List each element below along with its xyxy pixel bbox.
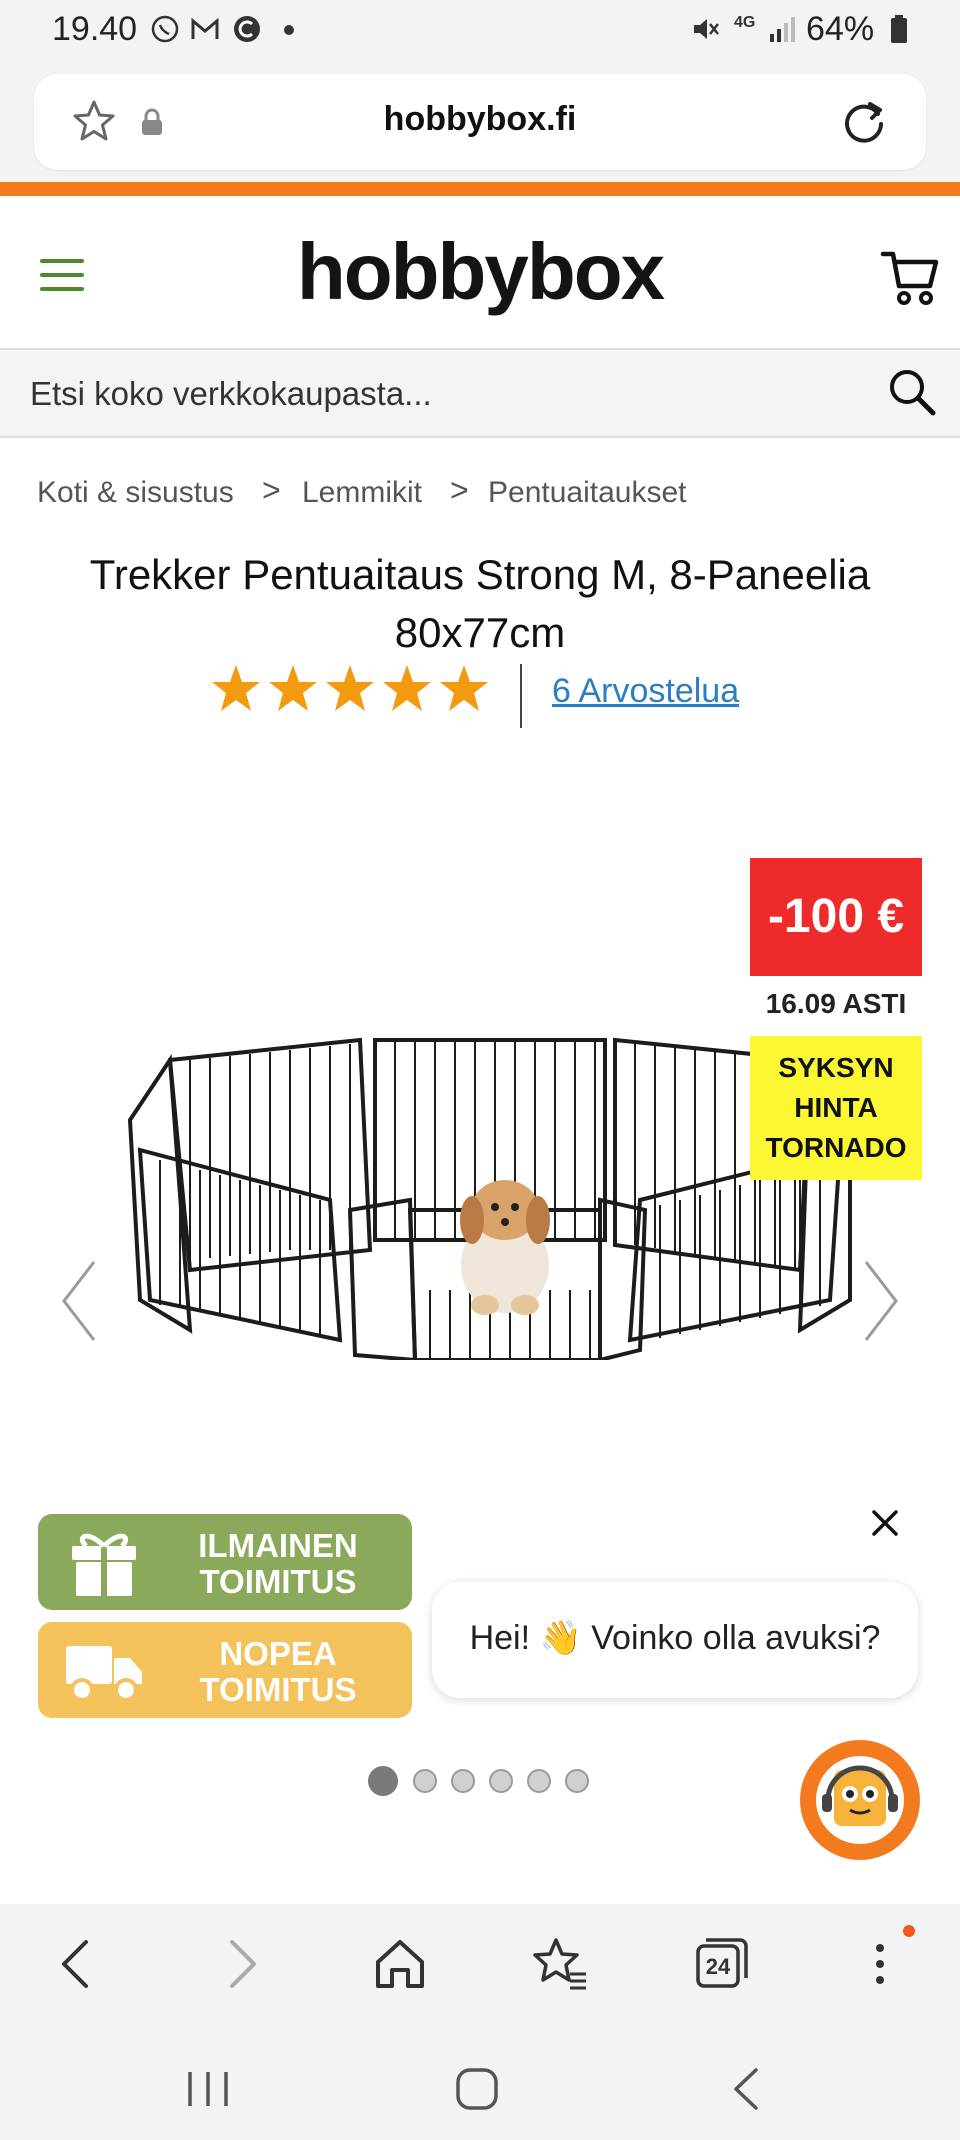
gift-icon bbox=[72, 1533, 136, 1596]
system-navigation-bar bbox=[0, 2038, 960, 2140]
star-icon bbox=[440, 665, 488, 711]
home-icon[interactable] bbox=[370, 1934, 430, 1994]
campaign-badge: SYKSYN HINTA TORNADO bbox=[750, 1036, 922, 1180]
breadcrumb-separator: > bbox=[450, 472, 469, 508]
home-button-icon[interactable] bbox=[452, 2064, 502, 2114]
gallery-dot-active[interactable] bbox=[368, 1766, 398, 1796]
search-input[interactable] bbox=[28, 368, 852, 420]
tab-count: 24 bbox=[705, 1954, 731, 1979]
back-arrow-icon[interactable] bbox=[48, 1934, 108, 1994]
puppy-figure bbox=[460, 1180, 550, 1315]
more-notifications-icon bbox=[284, 25, 294, 35]
gallery-dot[interactable] bbox=[413, 1769, 437, 1793]
reviews-link[interactable]: 6 Arvostelua bbox=[552, 672, 739, 711]
gallery-dot[interactable] bbox=[489, 1769, 513, 1793]
app-notification-icon bbox=[234, 16, 260, 42]
star-icon bbox=[212, 665, 260, 711]
gallery-dot[interactable] bbox=[527, 1769, 551, 1793]
product-title-line2: 80x77cm bbox=[394, 609, 566, 656]
gallery-next-arrow-icon[interactable] bbox=[860, 1256, 904, 1346]
gallery-dot[interactable] bbox=[451, 1769, 475, 1793]
product-title: Trekker Pentuaitaus Strong M, 8-Paneelia… bbox=[20, 546, 940, 662]
address-bar[interactable]: hobbybox.fi bbox=[34, 74, 926, 170]
network-type: 4G bbox=[734, 14, 756, 31]
delivery-truck-icon bbox=[66, 1646, 142, 1702]
status-bar: 19.40 4G 64% bbox=[0, 0, 960, 64]
chat-close-icon[interactable] bbox=[870, 1508, 900, 1538]
free-shipping-badge[interactable]: ILMAINEN TOIMITUS bbox=[38, 1514, 412, 1610]
search-icon[interactable] bbox=[886, 366, 938, 418]
bookmarks-icon[interactable] bbox=[530, 1934, 590, 1994]
chat-launcher-button[interactable] bbox=[800, 1740, 920, 1860]
fast-shipping-badge[interactable]: NOPEA TOIMITUS bbox=[38, 1622, 412, 1718]
rating-divider bbox=[520, 664, 522, 728]
free-shipping-text: ILMAINEN TOIMITUS bbox=[158, 1528, 398, 1600]
site-header: hobbybox bbox=[0, 196, 960, 350]
chatbot-avatar-icon bbox=[816, 1756, 904, 1844]
browser-bottom-nav: 24 bbox=[0, 1904, 960, 2038]
status-time: 19.40 bbox=[52, 10, 138, 48]
update-dot-icon bbox=[903, 1925, 915, 1937]
search-bar bbox=[0, 348, 960, 438]
breadcrumb-separator: > bbox=[262, 472, 281, 508]
breadcrumb-item-pets[interactable]: Lemmikit bbox=[302, 476, 422, 510]
chat-greeting-text: Hei! 👋 Voinko olla avuksi? bbox=[469, 1619, 881, 1657]
fast-shipping-line: NOPEA bbox=[219, 1635, 337, 1672]
recent-apps-icon[interactable] bbox=[180, 2066, 236, 2112]
rating-stars bbox=[212, 665, 488, 711]
site-logo[interactable]: hobbybox bbox=[0, 226, 960, 318]
fast-shipping-line: TOIMITUS bbox=[199, 1671, 357, 1708]
forward-arrow-icon[interactable] bbox=[210, 1934, 270, 1994]
free-shipping-line: TOIMITUS bbox=[199, 1563, 357, 1600]
battery-level: 64% bbox=[806, 10, 875, 48]
gallery-prev-arrow-icon[interactable] bbox=[56, 1256, 100, 1346]
campaign-line: SYKSYN bbox=[778, 1052, 894, 1083]
gmail-icon bbox=[191, 17, 219, 39]
tabs-button[interactable]: 24 bbox=[692, 1934, 752, 1994]
star-icon bbox=[383, 665, 431, 711]
more-menu-icon[interactable] bbox=[850, 1934, 910, 1994]
system-back-icon[interactable] bbox=[726, 2064, 766, 2114]
url-text: hobbybox.fi bbox=[383, 100, 577, 138]
shopping-cart-icon[interactable] bbox=[880, 248, 940, 308]
campaign-line: TORNADO bbox=[765, 1132, 907, 1163]
gallery-pagination bbox=[368, 1766, 589, 1796]
gallery-dot[interactable] bbox=[565, 1769, 589, 1793]
free-shipping-line: ILMAINEN bbox=[198, 1527, 358, 1564]
breadcrumb-item-puppy-pens[interactable]: Pentuaitaukset bbox=[488, 476, 686, 510]
breadcrumb-item-home-decor[interactable]: Koti & sisustus bbox=[37, 476, 234, 510]
chat-greeting-bubble[interactable]: Hei! 👋 Voinko olla avuksi? bbox=[432, 1582, 918, 1698]
offer-valid-until: 16.09 ASTI bbox=[765, 988, 907, 1019]
brand-accent-bar bbox=[0, 182, 960, 196]
battery-icon bbox=[891, 15, 907, 43]
product-title-line1: Trekker Pentuaitaus Strong M, 8-Paneelia bbox=[89, 551, 871, 598]
star-icon bbox=[269, 665, 317, 711]
fast-shipping-text: NOPEA TOIMITUS bbox=[158, 1636, 398, 1708]
mute-icon bbox=[694, 19, 719, 39]
star-icon bbox=[326, 665, 374, 711]
signal-icon bbox=[770, 17, 795, 42]
discount-badge: -100 € bbox=[750, 858, 922, 976]
reload-icon[interactable] bbox=[838, 96, 890, 148]
campaign-line: HINTA bbox=[794, 1092, 878, 1123]
whatsapp-icon bbox=[151, 15, 179, 43]
